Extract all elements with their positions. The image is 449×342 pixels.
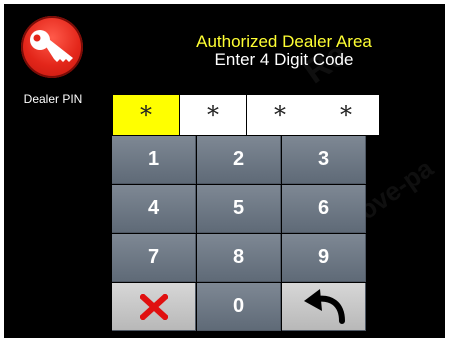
header-title: Authorized Dealer Area: [196, 32, 372, 51]
header-subtitle: Enter 4 Digit Code: [214, 50, 354, 69]
dealer-pin-screen: Re ove-pa Dealer PIN Authorized Dealer A…: [4, 4, 445, 338]
key-0[interactable]: 0: [197, 283, 281, 331]
code-slot-2: *: [180, 95, 246, 135]
code-slot-1: *: [113, 95, 179, 135]
key-7[interactable]: 7: [112, 234, 196, 282]
key-3[interactable]: 3: [282, 136, 366, 184]
key-9[interactable]: 9: [282, 234, 366, 282]
key-icon: [30, 30, 73, 62]
undo-arrow-icon: [303, 288, 345, 324]
back-button[interactable]: [282, 283, 366, 331]
numeric-keypad: 1 2 3 4 5 6 7 8 9 0: [112, 136, 368, 336]
key-4[interactable]: 4: [112, 185, 196, 233]
key-8[interactable]: 8: [197, 234, 281, 282]
key-2[interactable]: 2: [197, 136, 281, 184]
code-slot-4: *: [313, 95, 379, 135]
clear-button[interactable]: [112, 283, 196, 331]
dealer-pin-button[interactable]: [21, 16, 83, 78]
key-5[interactable]: 5: [197, 185, 281, 233]
key-6[interactable]: 6: [282, 185, 366, 233]
key-1[interactable]: 1: [112, 136, 196, 184]
x-icon: [139, 293, 168, 320]
code-slot-3: *: [247, 95, 313, 135]
dealer-pin-label: Dealer PIN: [23, 92, 83, 106]
